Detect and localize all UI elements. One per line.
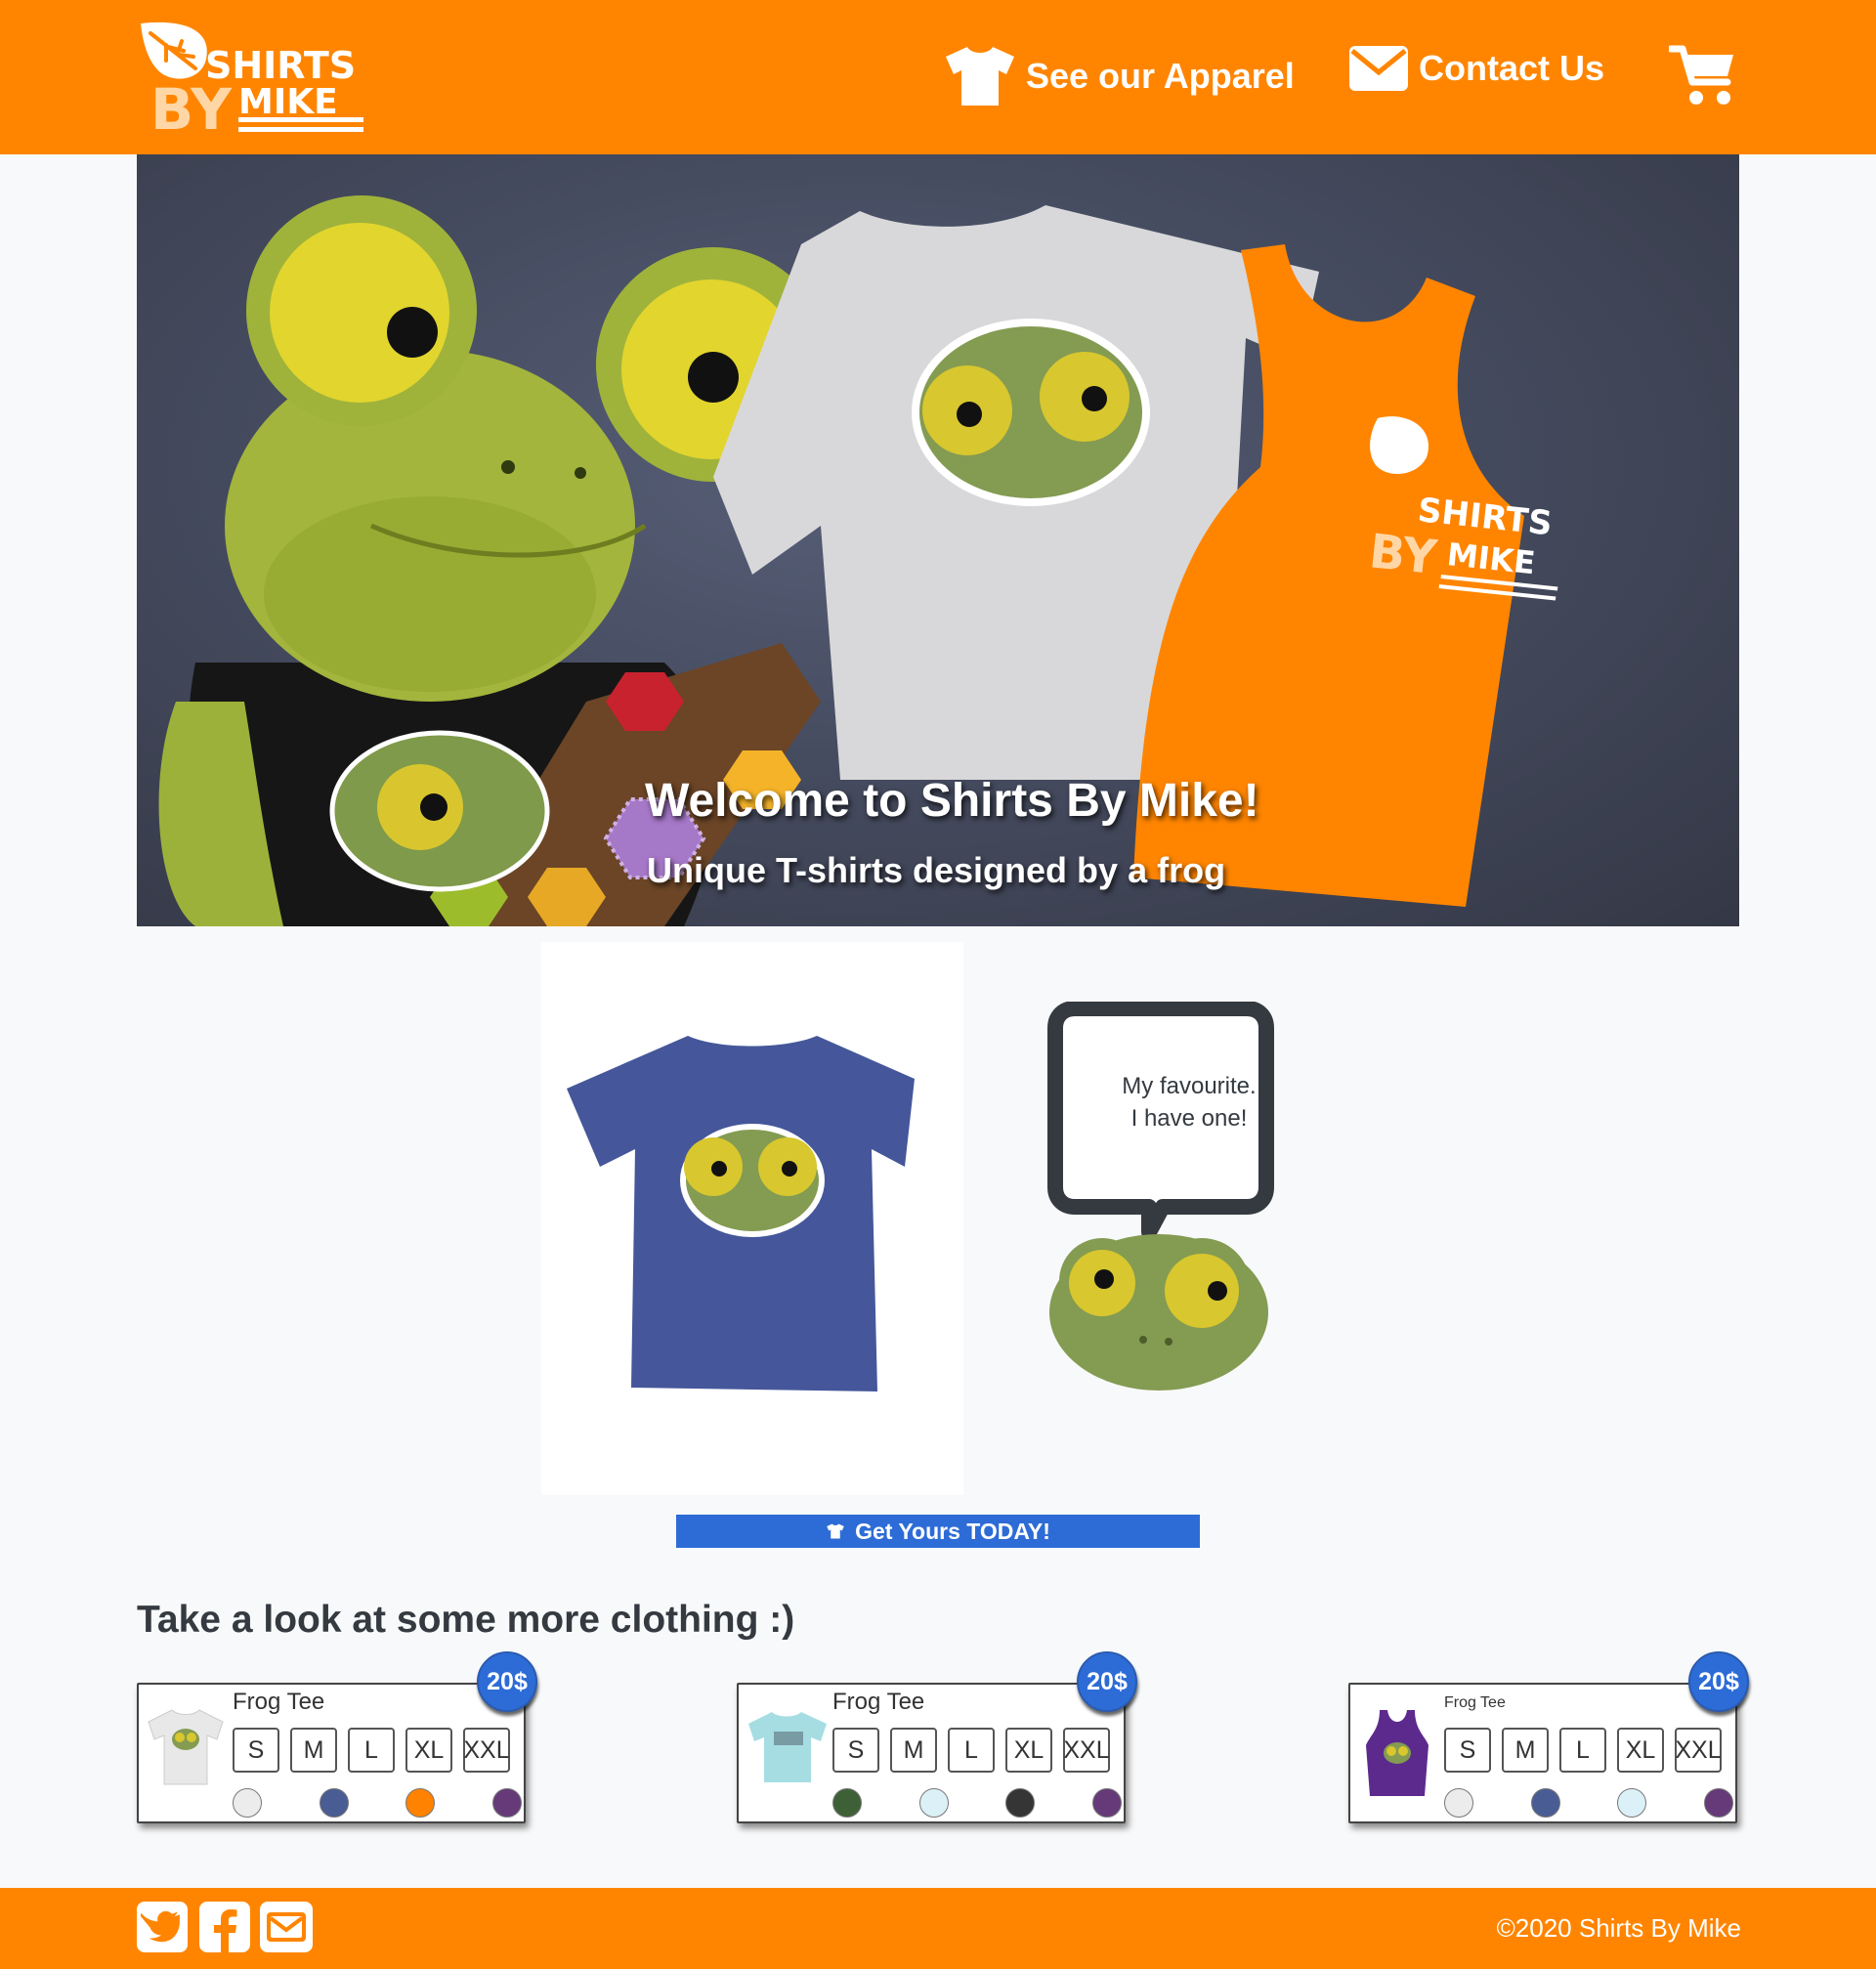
color-swatch[interactable]	[319, 1788, 349, 1818]
size-m-button[interactable]: M	[1502, 1728, 1549, 1773]
speech-line-2: I have one!	[1130, 1105, 1248, 1132]
product-name: Frog Tee	[233, 1689, 325, 1715]
product-card[interactable]: Frog Tee S M L XL XXL 20$	[1348, 1651, 1749, 1823]
site-footer: ©2020 Shirts By Mike	[0, 1888, 1876, 1969]
product-name: Frog Tee	[832, 1689, 925, 1715]
product-card[interactable]: Frog Tee S M L XL XXL 20$	[137, 1651, 537, 1823]
svg-text:MIKE: MIKE	[238, 82, 338, 122]
color-swatch[interactable]	[233, 1788, 262, 1818]
tshirt-icon	[826, 1523, 845, 1539]
color-swatch[interactable]	[405, 1788, 436, 1818]
size-l-button[interactable]: L	[348, 1728, 395, 1773]
size-options: S M L XL XXL	[832, 1728, 1110, 1773]
price-badge: 20$	[477, 1651, 537, 1712]
product-thumbnail[interactable]	[746, 1706, 829, 1793]
color-swatch[interactable]	[918, 1788, 949, 1818]
product-name: Frog Tee	[1444, 1694, 1506, 1711]
shopping-cart-button[interactable]	[1667, 43, 1737, 112]
speech-bubble-icon	[1047, 1001, 1274, 1391]
color-options	[233, 1788, 522, 1818]
shopping-cart-icon	[1667, 45, 1733, 105]
more-clothing-heading: Take a look at some more clothing :)	[137, 1599, 795, 1641]
get-yours-label: Get Yours TODAY!	[855, 1518, 1050, 1544]
size-xl-button[interactable]: XL	[1005, 1728, 1052, 1773]
twitter-icon	[137, 1902, 188, 1952]
featured-product-image[interactable]	[541, 942, 963, 1495]
size-xxl-button[interactable]: XXL	[463, 1728, 510, 1773]
svg-text:BY: BY	[150, 76, 233, 137]
size-s-button[interactable]: S	[1444, 1728, 1491, 1773]
speech-line-1: My favourite.	[1122, 1073, 1257, 1099]
blue-frog-tee-image	[567, 1036, 915, 1391]
color-options	[832, 1788, 1122, 1818]
hero-banner: SHIRTS BY MIKE Welcome to Shirts By Mike…	[137, 154, 1739, 926]
twitter-link[interactable]	[137, 1902, 188, 1957]
color-swatch[interactable]	[832, 1788, 862, 1818]
color-swatch[interactable]	[1703, 1788, 1733, 1818]
nav-contact-label: Contact Us	[1419, 48, 1605, 88]
size-options: S M L XL XXL	[233, 1728, 510, 1773]
facebook-icon	[199, 1902, 250, 1952]
nav-contact-us[interactable]: Contact Us	[1348, 45, 1604, 92]
size-l-button[interactable]: L	[948, 1728, 995, 1773]
leaf-logo-icon: SHIRTS BY MIKE	[141, 21, 363, 143]
product-card[interactable]: Frog Tee S M L XL XXL 20$	[737, 1651, 1137, 1823]
size-m-button[interactable]: M	[890, 1728, 937, 1773]
envelope-icon	[1349, 46, 1408, 91]
size-l-button[interactable]: L	[1559, 1728, 1606, 1773]
color-swatch[interactable]	[1530, 1788, 1560, 1818]
site-header: SHIRTS BY MIKE See our Apparel Contact U…	[0, 0, 1876, 154]
size-xxl-button[interactable]: XXL	[1675, 1728, 1722, 1773]
envelope-icon	[260, 1902, 313, 1952]
hero-title: Welcome to Shirts By Mike!	[645, 775, 1259, 827]
color-swatch[interactable]	[491, 1788, 522, 1818]
price-badge: 20$	[1077, 1651, 1137, 1712]
color-swatch[interactable]	[1091, 1788, 1122, 1818]
facebook-link[interactable]	[199, 1902, 250, 1957]
hero-subtitle: Unique T-shirts designed by a frog	[647, 850, 1226, 890]
color-swatch[interactable]	[1005, 1788, 1036, 1818]
size-options: S M L XL XXL	[1444, 1728, 1722, 1773]
get-yours-button[interactable]: Get Yours TODAY!	[676, 1515, 1200, 1548]
copyright-text: ©2020 Shirts By Mike	[1496, 1913, 1741, 1943]
size-s-button[interactable]: S	[832, 1728, 879, 1773]
nav-apparel-label: See our Apparel	[1026, 56, 1295, 96]
email-link[interactable]	[260, 1902, 313, 1957]
speech-bubble-text: My favourite. I have one!	[1087, 1070, 1292, 1134]
size-xl-button[interactable]: XL	[405, 1728, 452, 1773]
size-xl-button[interactable]: XL	[1617, 1728, 1664, 1773]
size-m-button[interactable]: M	[290, 1728, 337, 1773]
nav-see-apparel[interactable]: See our Apparel	[944, 45, 1295, 107]
brand-logo[interactable]: SHIRTS BY MIKE	[137, 18, 371, 143]
size-xxl-button[interactable]: XXL	[1063, 1728, 1110, 1773]
frog-speech-illustration	[1045, 1001, 1280, 1397]
color-swatch[interactable]	[1444, 1788, 1473, 1818]
color-swatch[interactable]	[1617, 1788, 1647, 1818]
color-options	[1444, 1788, 1733, 1818]
size-s-button[interactable]: S	[233, 1728, 279, 1773]
tshirt-icon	[946, 47, 1014, 106]
product-thumbnail[interactable]	[147, 1706, 225, 1793]
product-thumbnail[interactable]	[1358, 1706, 1436, 1803]
svg-text:BY: BY	[1367, 524, 1440, 585]
price-badge: 20$	[1688, 1651, 1749, 1712]
